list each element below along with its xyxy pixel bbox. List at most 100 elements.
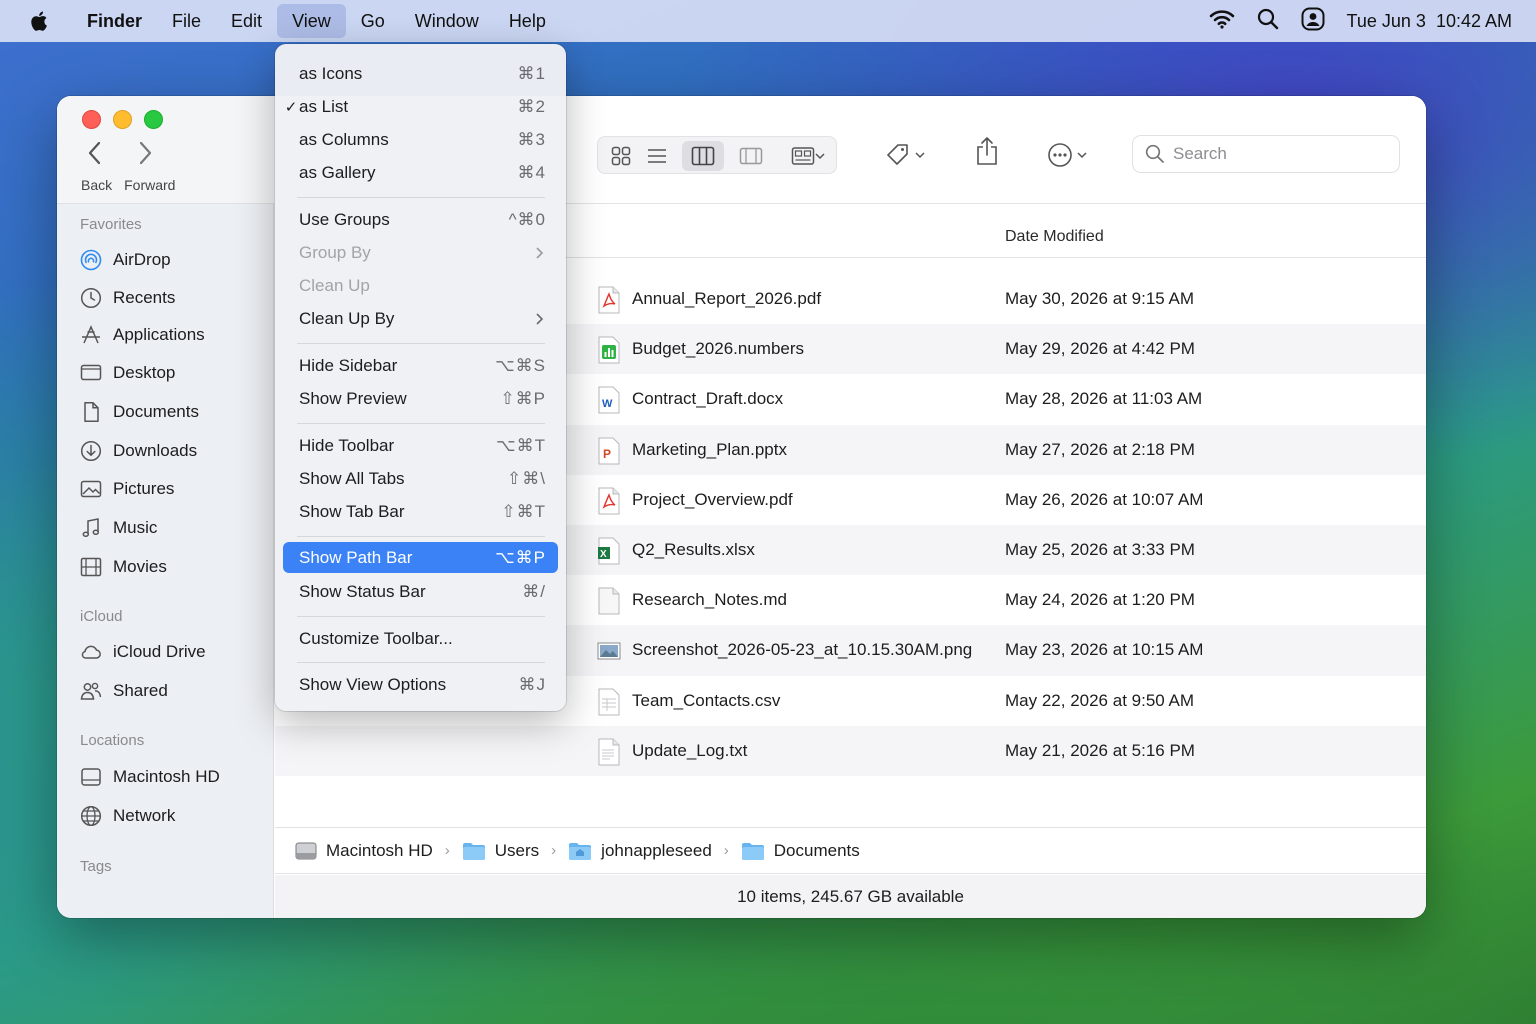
menu-item-label: Hide Toolbar bbox=[299, 435, 395, 455]
menu-item-clean-up-by[interactable]: Clean Up By bbox=[283, 303, 558, 334]
path-segment-documents[interactable]: Documents bbox=[741, 841, 860, 861]
menu-item-as-icons[interactable]: as Icons ⌘1 bbox=[283, 58, 558, 89]
view-list-button[interactable] bbox=[636, 141, 678, 171]
file-date-modified: May 23, 2026 at 10:15 AM bbox=[1005, 640, 1204, 660]
menu-help[interactable]: Help bbox=[494, 4, 561, 38]
user-account-icon[interactable] bbox=[1301, 7, 1325, 36]
menu-item-show-view-options[interactable]: Show View Options ⌘J bbox=[283, 669, 558, 700]
sidebar-item-music[interactable]: Music bbox=[80, 516, 157, 540]
sidebar-item-airdrop[interactable]: AirDrop bbox=[80, 248, 171, 272]
sidebar-item-documents[interactable]: Documents bbox=[80, 400, 199, 424]
search-field[interactable] bbox=[1132, 135, 1400, 173]
view-columns-button[interactable] bbox=[682, 141, 724, 171]
menu-view[interactable]: View bbox=[277, 4, 346, 38]
menu-go[interactable]: Go bbox=[346, 4, 400, 38]
path-label: johnappleseed bbox=[601, 840, 712, 860]
file-name: Update_Log.txt bbox=[632, 740, 748, 760]
file-date-modified: May 27, 2026 at 2:18 PM bbox=[1005, 439, 1195, 459]
menu-clock[interactable]: Tue Jun 3 10:42 AM bbox=[1347, 11, 1512, 32]
menu-item-shortcut: ⌘3 bbox=[517, 129, 546, 149]
path-segment-users[interactable]: Users bbox=[462, 841, 539, 861]
path-segment-macintosh-hd[interactable]: Macintosh HD bbox=[295, 841, 433, 861]
back-label[interactable]: Back bbox=[81, 177, 112, 193]
sidebar-item-pictures[interactable]: Pictures bbox=[80, 477, 174, 501]
sidebar-item-label: Movies bbox=[113, 557, 167, 576]
menu-item-show-status-bar[interactable]: Show Status Bar ⌘/ bbox=[283, 576, 558, 607]
menu-item-as-gallery[interactable]: as Gallery ⌘4 bbox=[283, 157, 558, 188]
film-icon bbox=[80, 557, 102, 577]
globe-icon bbox=[80, 805, 102, 827]
file-date-modified: May 28, 2026 at 11:03 AM bbox=[1005, 389, 1203, 409]
sidebar-item-network[interactable]: Network bbox=[80, 804, 175, 828]
file-date-modified: May 24, 2026 at 1:20 PM bbox=[1005, 590, 1195, 610]
menu-item-group-by[interactable]: Group By bbox=[283, 237, 558, 268]
file-row[interactable]: Update_Log.txt May 21, 2026 at 5:16 PM bbox=[275, 725, 1426, 776]
menu-separator bbox=[297, 343, 545, 344]
spotlight-search-icon[interactable] bbox=[1257, 8, 1279, 35]
menu-item-label: Use Groups bbox=[299, 209, 390, 229]
cloud-icon bbox=[81, 645, 101, 659]
menu-app-finder[interactable]: Finder bbox=[72, 4, 157, 38]
list-icon bbox=[648, 149, 666, 163]
view-gallery-button[interactable] bbox=[730, 141, 772, 171]
minimize-window-button[interactable] bbox=[113, 110, 132, 129]
sidebar-item-desktop[interactable]: Desktop bbox=[80, 361, 175, 385]
folder-icon bbox=[741, 842, 764, 860]
sidebar-item-macintosh-hd[interactable]: Macintosh HD bbox=[80, 765, 220, 789]
pdf-icon bbox=[597, 487, 621, 515]
close-window-button[interactable] bbox=[82, 110, 101, 129]
sidebar-item-recents[interactable]: Recents bbox=[80, 286, 175, 310]
columns-icon bbox=[691, 146, 715, 166]
wifi-icon[interactable] bbox=[1209, 9, 1235, 34]
menu-item-shortcut: ^⌘0 bbox=[508, 209, 546, 229]
menu-item-customize-toolbar[interactable]: Customize Toolbar... bbox=[283, 623, 558, 654]
chevron-right-icon: › bbox=[444, 842, 450, 859]
menu-item-as-list[interactable]: ✓ as List ⌘2 bbox=[283, 91, 558, 122]
menu-item-label: Show View Options bbox=[299, 674, 447, 694]
menu-item-show-tab-bar[interactable]: Show Tab Bar ⇧⌘T bbox=[283, 496, 558, 527]
sidebar-item-movies[interactable]: Movies bbox=[80, 555, 167, 579]
share-button[interactable] bbox=[975, 136, 999, 166]
zoom-window-button[interactable] bbox=[144, 110, 163, 129]
forward-chevron-icon[interactable] bbox=[137, 140, 153, 171]
sidebar-item-icloud-drive[interactable]: iCloud Drive bbox=[80, 640, 206, 664]
menu-edit[interactable]: Edit bbox=[216, 4, 277, 38]
sidebar-item-applications[interactable]: Applications bbox=[80, 323, 205, 347]
menu-item-show-all-tabs[interactable]: Show All Tabs ⇧⌘\ bbox=[283, 463, 558, 494]
search-input[interactable] bbox=[1173, 144, 1393, 164]
clock-date: Tue Jun 3 bbox=[1346, 10, 1426, 31]
menu-item-as-columns[interactable]: as Columns ⌘3 bbox=[283, 124, 558, 155]
spreadsheet-icon bbox=[597, 688, 621, 716]
sidebar-item-downloads[interactable]: Downloads bbox=[80, 439, 197, 463]
forward-label[interactable]: Forward bbox=[124, 177, 175, 193]
tags-button[interactable] bbox=[885, 140, 925, 170]
menu-item-show-path-bar[interactable]: Show Path Bar ⌥⌘P bbox=[283, 542, 558, 573]
chevron-right-icon bbox=[536, 312, 544, 325]
share-icon bbox=[977, 137, 997, 165]
path-segment-johnappleseed[interactable]: johnappleseed bbox=[568, 841, 712, 861]
menu-item-label: Group By bbox=[299, 242, 371, 262]
menu-item-hide-sidebar[interactable]: Hide Sidebar ⌥⌘S bbox=[283, 350, 558, 381]
grid-icon bbox=[611, 146, 631, 166]
menu-file[interactable]: File bbox=[157, 4, 216, 38]
sidebar-item-label: Network bbox=[113, 806, 176, 825]
menu-item-use-groups[interactable]: Use Groups ^⌘0 bbox=[283, 204, 558, 235]
file-name: Contract_Draft.docx bbox=[632, 389, 784, 409]
more-actions-button[interactable] bbox=[1047, 140, 1087, 170]
sidebar-item-shared[interactable]: Shared bbox=[80, 679, 168, 703]
sidebar-item-label: Downloads bbox=[113, 441, 198, 460]
menu-separator bbox=[297, 662, 545, 663]
back-chevron-icon[interactable] bbox=[87, 140, 103, 171]
apple-logo-icon[interactable] bbox=[28, 8, 54, 34]
menu-window[interactable]: Window bbox=[400, 4, 494, 38]
status-text: 10 items, 245.67 GB available bbox=[737, 886, 964, 906]
sidebar-section-locations: Locations bbox=[80, 732, 145, 749]
sidebar-section-tags[interactable]: Tags bbox=[80, 858, 112, 875]
group-by-button[interactable] bbox=[784, 141, 832, 171]
menu-item-hide-toolbar[interactable]: Hide Toolbar ⌥⌘T bbox=[283, 430, 558, 461]
menu-item-label: Hide Sidebar bbox=[299, 355, 398, 375]
menu-item-show-preview[interactable]: Show Preview ⇧⌘P bbox=[283, 383, 558, 414]
menu-item-label: as Columns bbox=[299, 129, 389, 149]
column-header-date-modified[interactable]: Date Modified bbox=[1005, 228, 1104, 246]
menu-item-shortcut: ⌥⌘P bbox=[495, 547, 546, 567]
